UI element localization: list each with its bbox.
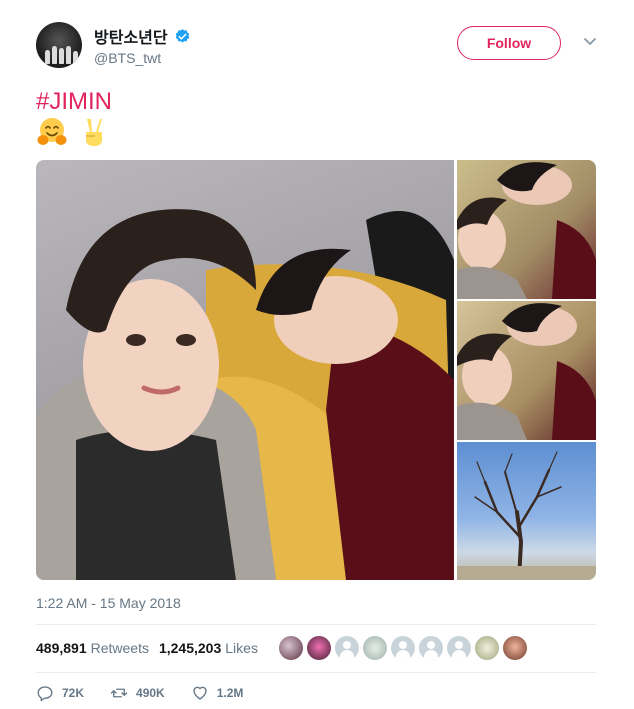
tweet-hashtag[interactable]: #JIMIN xyxy=(36,88,112,116)
photo-thumb-3-illustration xyxy=(457,451,596,580)
liker-avatar[interactable] xyxy=(391,636,415,660)
hugging-face-emoji xyxy=(37,118,67,145)
liker-avatar[interactable] xyxy=(335,636,359,660)
retweets-count[interactable]: 489,891 xyxy=(36,640,87,656)
tweet-actions: 72K 490K 1.2M xyxy=(36,684,269,702)
tweet-card: 방탄소년단 @BTS_twt Follow #JIMIN 1:22 AM - 1… xyxy=(0,0,634,709)
reply-icon xyxy=(37,686,53,702)
tweet-stats: 489,891 Retweets 1,245,203 Likes xyxy=(36,636,268,660)
divider xyxy=(36,624,596,625)
photo-thumb-3[interactable] xyxy=(457,442,596,580)
follow-button[interactable]: Follow xyxy=(457,26,561,60)
retweets-label[interactable]: Retweets xyxy=(91,640,149,656)
tweet-header: 방탄소년단 @BTS_twt Follow xyxy=(36,20,606,72)
likes-label[interactable]: Likes xyxy=(225,640,258,656)
user-avatar[interactable] xyxy=(36,22,82,68)
reply-count: 72K xyxy=(62,686,85,700)
like-button[interactable]: 1.2M xyxy=(191,684,244,702)
user-handle[interactable]: @BTS_twt xyxy=(94,50,161,66)
liker-avatars xyxy=(279,636,527,660)
liker-avatar[interactable] xyxy=(503,636,527,660)
like-count: 1.2M xyxy=(216,686,244,700)
liker-avatar[interactable] xyxy=(419,636,443,660)
liker-avatar[interactable] xyxy=(447,636,471,660)
retweet-count: 490K xyxy=(136,686,165,700)
liker-avatar[interactable] xyxy=(475,636,499,660)
emoji-row xyxy=(36,116,110,148)
victory-hand-emoji xyxy=(86,119,102,146)
heart-icon xyxy=(193,686,207,700)
retweet-icon xyxy=(110,688,128,698)
liker-avatar[interactable] xyxy=(279,636,303,660)
selfie-illustration xyxy=(36,209,454,580)
retweet-button[interactable]: 490K xyxy=(110,684,165,702)
tweet-timestamp[interactable]: 1:22 AM - 15 May 2018 xyxy=(36,595,181,611)
display-name[interactable]: 방탄소년단 xyxy=(94,24,168,48)
photo-thumb-1-illustration xyxy=(457,162,596,299)
verified-badge-icon xyxy=(175,28,189,43)
chevron-down-icon[interactable] xyxy=(583,37,597,47)
liker-avatar[interactable] xyxy=(363,636,387,660)
photo-thumb-1[interactable] xyxy=(457,160,596,299)
divider xyxy=(36,672,596,673)
reply-button[interactable]: 72K xyxy=(36,684,84,702)
photo-thumb-2-illustration xyxy=(457,303,596,440)
photo-main[interactable] xyxy=(36,160,454,580)
photo-thumb-2[interactable] xyxy=(457,301,596,440)
photo-grid xyxy=(36,160,596,580)
likes-count[interactable]: 1,245,203 xyxy=(159,640,221,656)
liker-avatar[interactable] xyxy=(307,636,331,660)
name-row: 방탄소년단 xyxy=(94,24,191,48)
